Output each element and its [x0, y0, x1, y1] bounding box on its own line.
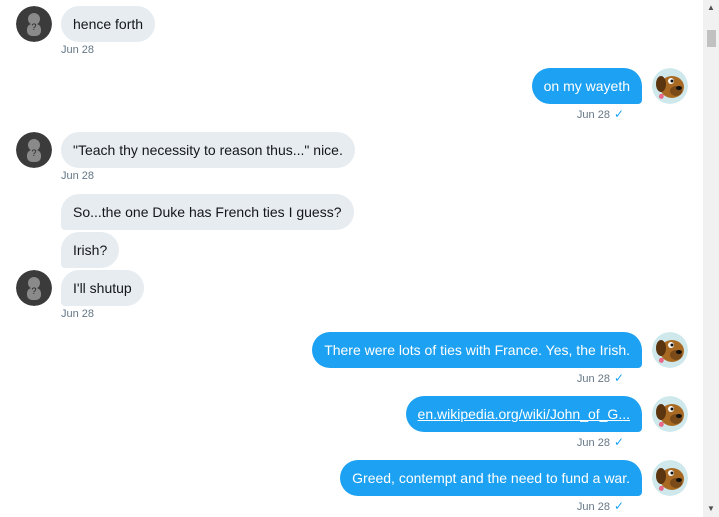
dog-avatar-icon[interactable]: [652, 460, 688, 496]
message-status: Jun 28 ✓: [577, 371, 624, 386]
checkmark-icon: ✓: [613, 435, 624, 449]
message-bubble: en.wikipedia.org/wiki/John_of_G...: [405, 396, 642, 432]
message-timestamp: Jun 28: [61, 44, 95, 56]
scrollbar-thumb[interactable]: [707, 30, 716, 47]
message-bubble[interactable]: Irish?: [61, 232, 120, 268]
message-status: Jun 28 ✓: [577, 107, 624, 122]
message-bubble[interactable]: hence forth: [61, 6, 156, 42]
message-timestamp: Jun 28: [576, 373, 610, 385]
checkmark-icon: ✓: [613, 499, 624, 513]
checkmark-icon: ✓: [613, 107, 624, 121]
user-avatar-icon[interactable]: ?: [16, 132, 52, 168]
message-timestamp: Jun 28: [576, 501, 610, 513]
dog-avatar-icon[interactable]: [652, 396, 688, 432]
user-avatar-icon[interactable]: ?: [16, 6, 52, 42]
message-bubble[interactable]: There were lots of ties with France. Yes…: [312, 332, 642, 368]
message-bubble[interactable]: I'll shutup: [61, 270, 144, 306]
message-bubble[interactable]: So...the one Duke has French ties I gues…: [61, 194, 354, 230]
scroll-up-arrow-icon[interactable]: ▲: [703, 0, 719, 16]
svg-text:?: ?: [31, 22, 36, 32]
dog-avatar-icon[interactable]: [652, 68, 688, 104]
message-bubble[interactable]: Greed, contempt and the need to fund a w…: [340, 460, 642, 496]
message-bubble[interactable]: "Teach thy necessity to reason thus..." …: [61, 132, 355, 168]
message-timestamp: Jun 28: [61, 308, 95, 320]
dog-avatar-icon[interactable]: [652, 332, 688, 368]
vertical-scrollbar[interactable]: ▲ ▼: [703, 0, 719, 517]
svg-text:?: ?: [31, 286, 36, 296]
message-link[interactable]: en.wikipedia.org/wiki/John_of_G...: [418, 406, 630, 422]
scroll-down-arrow-icon[interactable]: ▼: [703, 501, 719, 517]
user-avatar-icon[interactable]: ?: [16, 270, 52, 306]
message-timestamp: Jun 28: [576, 437, 610, 449]
message-timestamp: Jun 28: [61, 170, 95, 182]
message-status: Jun 28 ✓: [577, 499, 624, 514]
svg-text:?: ?: [31, 148, 36, 158]
message-status: Jun 28 ✓: [577, 435, 624, 450]
message-bubble[interactable]: on my wayeth: [531, 68, 642, 104]
message-timestamp: Jun 28: [576, 109, 610, 121]
checkmark-icon: ✓: [613, 371, 624, 385]
message-thread: ? hence forth Jun 28 on my wayeth Jun 28…: [0, 0, 703, 517]
